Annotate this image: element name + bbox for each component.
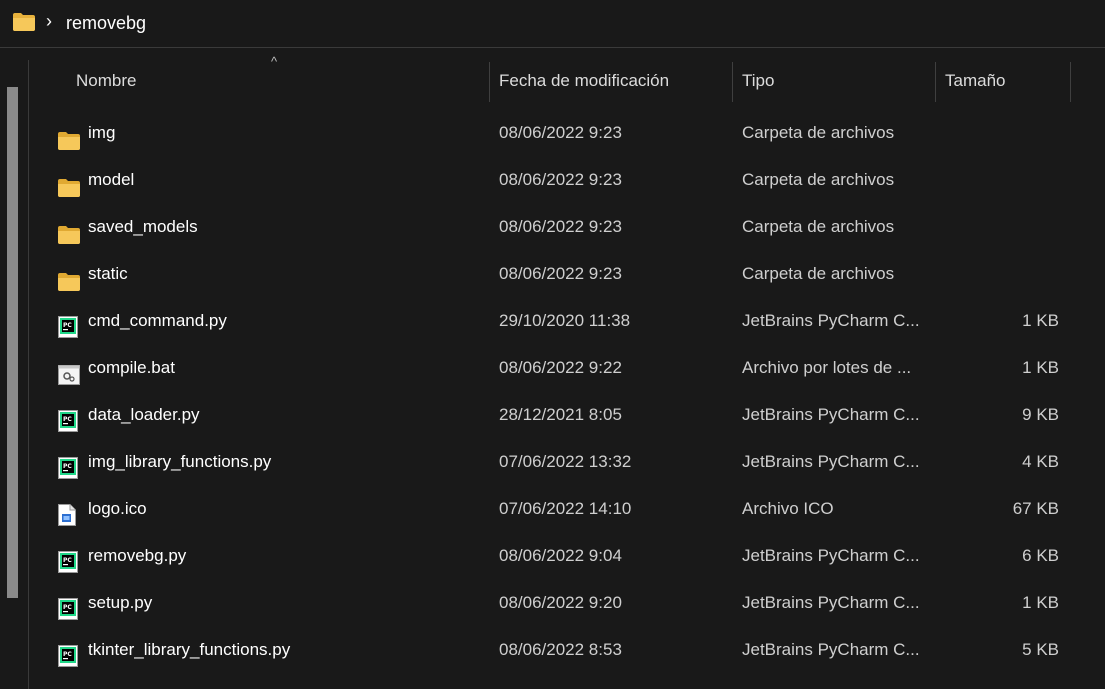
file-row[interactable]: PC data_loader.py 28/12/2021 8:05 JetBrains… <box>29 391 1105 438</box>
file-type: JetBrains PyCharm C... <box>742 640 920 659</box>
file-type: Archivo por lotes de ... <box>742 358 912 377</box>
file-date-modified: 28/12/2021 8:05 <box>499 405 622 424</box>
pycharm-file-icon: PC <box>58 309 80 338</box>
file-date-modified: 08/06/2022 9:22 <box>499 358 622 377</box>
file-date-modified: 08/06/2022 9:04 <box>499 546 622 565</box>
file-date-modified: 07/06/2022 13:32 <box>499 452 632 471</box>
pycharm-file-icon: PC <box>58 638 80 667</box>
file-row[interactable]: model 08/06/2022 9:23 Carpeta de archivos <box>29 156 1105 203</box>
file-row[interactable]: PC tkinter_library_functions.py 08/06/2022… <box>29 626 1105 673</box>
file-type: Archivo ICO <box>742 499 834 518</box>
file-name: model <box>88 170 135 189</box>
file-name: compile.bat <box>88 358 175 377</box>
svg-text:PC: PC <box>63 416 72 423</box>
file-date-modified: 29/10/2020 11:38 <box>499 311 631 330</box>
file-name: setup.py <box>88 593 153 612</box>
file-type: JetBrains PyCharm C... <box>742 593 920 612</box>
file-type: JetBrains PyCharm C... <box>742 546 920 565</box>
breadcrumb-chevron-icon[interactable]: › <box>46 11 52 31</box>
column-divider[interactable] <box>732 62 733 102</box>
column-header-date[interactable]: Fecha de modificación <box>499 60 669 102</box>
column-divider[interactable] <box>489 62 490 102</box>
address-bar: › removebg <box>0 0 1105 48</box>
file-type: JetBrains PyCharm C... <box>742 311 920 330</box>
file-date-modified: 08/06/2022 9:23 <box>499 123 622 142</box>
folder-icon[interactable] <box>12 12 36 37</box>
folder-icon <box>58 168 80 197</box>
file-name: logo.ico <box>88 499 147 518</box>
file-name: data_loader.py <box>88 405 200 424</box>
file-name: removebg.py <box>88 546 187 565</box>
file-size: 67 KB <box>1012 499 1059 518</box>
column-header-name[interactable]: Nombre <box>76 60 136 102</box>
file-date-modified: 07/06/2022 14:10 <box>499 499 632 518</box>
file-size: 1 KB <box>1022 593 1059 612</box>
file-row[interactable]: PC setup.py 08/06/2022 9:20 JetBrains PyCha… <box>29 579 1105 626</box>
pycharm-file-icon: PC <box>58 403 80 432</box>
file-row[interactable]: img 08/06/2022 9:23 Carpeta de archivos <box>29 109 1105 156</box>
breadcrumb-current-folder[interactable]: removebg <box>66 12 146 34</box>
file-type: Carpeta de archivos <box>742 217 895 236</box>
file-name: img <box>88 123 116 142</box>
svg-text:PC: PC <box>63 322 72 329</box>
column-divider[interactable] <box>1070 62 1071 102</box>
file-type: Carpeta de archivos <box>742 123 895 142</box>
column-header-type[interactable]: Tipo <box>742 60 774 102</box>
file-list: img 08/06/2022 9:23 Carpeta de archivos mod… <box>29 109 1105 673</box>
file-date-modified: 08/06/2022 9:23 <box>499 217 622 236</box>
file-type: JetBrains PyCharm C... <box>742 405 920 424</box>
file-row[interactable]: logo.ico 07/06/2022 14:10 Archivo ICO 67 KB <box>29 485 1105 532</box>
batch-file-icon <box>58 356 80 385</box>
file-size: 5 KB <box>1022 640 1059 659</box>
svg-text:PC: PC <box>63 604 72 611</box>
column-divider[interactable] <box>935 62 936 102</box>
sort-ascending-icon: ^ <box>271 54 278 69</box>
file-type: Carpeta de archivos <box>742 264 895 283</box>
folder-icon <box>58 121 80 150</box>
folder-icon <box>58 262 80 291</box>
file-name: saved_models <box>88 217 198 236</box>
column-header-row: ^ Nombre Fecha de modificación Tipo Tama… <box>29 54 1105 102</box>
pycharm-file-icon: PC <box>58 591 80 620</box>
file-size: 9 KB <box>1022 405 1059 424</box>
file-date-modified: 08/06/2022 9:23 <box>499 264 622 283</box>
file-size: 1 KB <box>1022 311 1059 330</box>
file-type: JetBrains PyCharm C... <box>742 452 920 471</box>
file-date-modified: 08/06/2022 9:23 <box>499 170 622 189</box>
file-row[interactable]: PC removebg.py 08/06/2022 9:04 JetBrains Py… <box>29 532 1105 579</box>
file-row[interactable]: PC img_library_functions.py 07/06/2022 13:… <box>29 438 1105 485</box>
file-row[interactable]: static 08/06/2022 9:23 Carpeta de archivos <box>29 250 1105 297</box>
file-row[interactable]: PC cmd_command.py 29/10/2020 11:38 JetBrain… <box>29 297 1105 344</box>
file-size: 6 KB <box>1022 546 1059 565</box>
file-name: tkinter_library_functions.py <box>88 640 291 659</box>
file-size: 4 KB <box>1022 452 1059 471</box>
ico-file-icon <box>58 497 80 526</box>
file-name: static <box>88 264 128 283</box>
svg-text:PC: PC <box>63 557 72 564</box>
file-size: 1 KB <box>1022 358 1059 377</box>
vertical-scrollbar[interactable] <box>0 60 29 689</box>
column-header-size[interactable]: Tamaño <box>945 60 1005 102</box>
pycharm-file-icon: PC <box>58 544 80 573</box>
file-date-modified: 08/06/2022 9:20 <box>499 593 622 612</box>
file-date-modified: 08/06/2022 8:53 <box>499 640 622 659</box>
pycharm-file-icon: PC <box>58 450 80 479</box>
svg-text:PC: PC <box>63 463 72 470</box>
file-name: img_library_functions.py <box>88 452 272 471</box>
scrollbar-thumb[interactable] <box>7 87 18 598</box>
folder-icon <box>58 215 80 244</box>
svg-text:PC: PC <box>63 651 72 658</box>
file-row[interactable]: compile.bat 08/06/2022 9:22 Archivo por lo… <box>29 344 1105 391</box>
file-type: Carpeta de archivos <box>742 170 895 189</box>
file-row[interactable]: saved_models 08/06/2022 9:23 Carpeta de ar… <box>29 203 1105 250</box>
file-name: cmd_command.py <box>88 311 227 330</box>
